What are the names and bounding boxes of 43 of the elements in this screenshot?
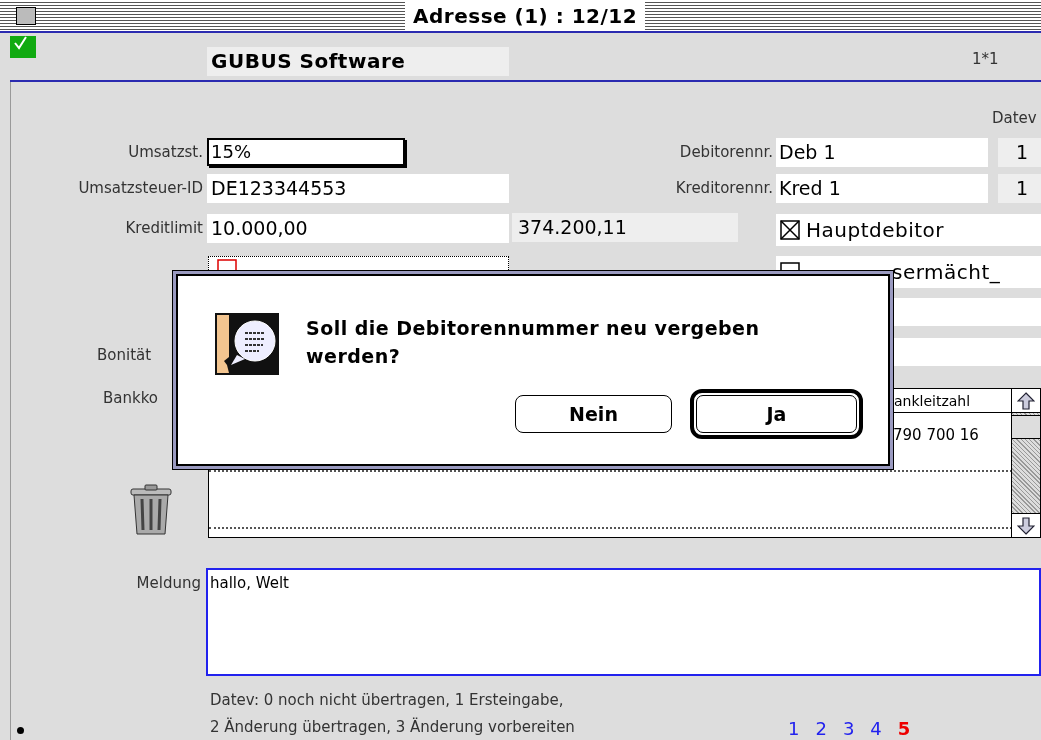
text-field[interactable]: DE123344553 <box>207 174 509 203</box>
text-field[interactable]: 15% <box>207 138 405 166</box>
text-field[interactable]: 10.000,00 <box>207 214 509 243</box>
column-heading: Datev <box>992 108 1037 129</box>
checkbox-label: Hauptdebitor <box>806 217 945 244</box>
checkbox-label: sermächt_ <box>892 259 1001 286</box>
text-field[interactable]: Deb 1 <box>776 138 988 167</box>
checkbox-row[interactable]: Hauptdebitor <box>776 214 1041 246</box>
field-label: Debitorennr. <box>679 142 773 163</box>
trash-icon[interactable] <box>128 484 174 536</box>
company-name: GUBUS Software <box>207 47 509 76</box>
table-cell-text: 790 700 16 <box>892 425 980 446</box>
field-label: Umsatzst. <box>128 142 203 163</box>
field-label: Meldung <box>136 573 201 594</box>
window-title: Adresse (1) : 12/12 <box>405 0 646 31</box>
scroll-down-button[interactable] <box>1012 513 1040 537</box>
scroll-up-button[interactable] <box>1012 389 1040 413</box>
balance-field: 374.200,11 <box>512 213 738 242</box>
scroll-thumb[interactable] <box>1012 415 1040 439</box>
close-box[interactable] <box>16 6 36 25</box>
legend-text: Datev: 0 noch nicht übertragen, 1 Ersteingabe, <box>210 690 564 711</box>
message-field[interactable]: hallo, Welt <box>206 568 1041 676</box>
record-counter: 1*1 <box>972 49 999 70</box>
scroll-bar[interactable] <box>1011 389 1040 537</box>
page-link[interactable]: 4 <box>870 715 882 740</box>
bullet-icon <box>17 727 24 734</box>
field-label: Bonität <box>97 345 152 366</box>
field-label: Umsatzsteuer-ID <box>78 178 203 199</box>
page-link[interactable]: 1 <box>788 715 800 740</box>
checkbox[interactable] <box>780 220 800 240</box>
datev-field: 1 <box>998 138 1041 167</box>
page-link[interactable]: 3 <box>842 715 855 740</box>
page-link[interactable]: 2 <box>815 715 827 740</box>
dialog-button[interactable]: Ja <box>690 389 863 439</box>
text-field[interactable]: Kred 1 <box>776 174 988 203</box>
legend-text: 2 Änderung übertragen, 3 Änderung vorbereiten <box>210 716 575 738</box>
field-label: Kreditorennr. <box>675 178 773 199</box>
speech-icon <box>215 313 279 375</box>
datev-field: 1 <box>998 174 1041 203</box>
field-label: Bankko <box>103 388 158 409</box>
dialog-message: Soll die Debitorennummer neu vergeben werden? <box>306 316 761 369</box>
dialog-button[interactable]: Nein <box>515 395 672 433</box>
field-label: Kreditlimit <box>125 218 203 239</box>
